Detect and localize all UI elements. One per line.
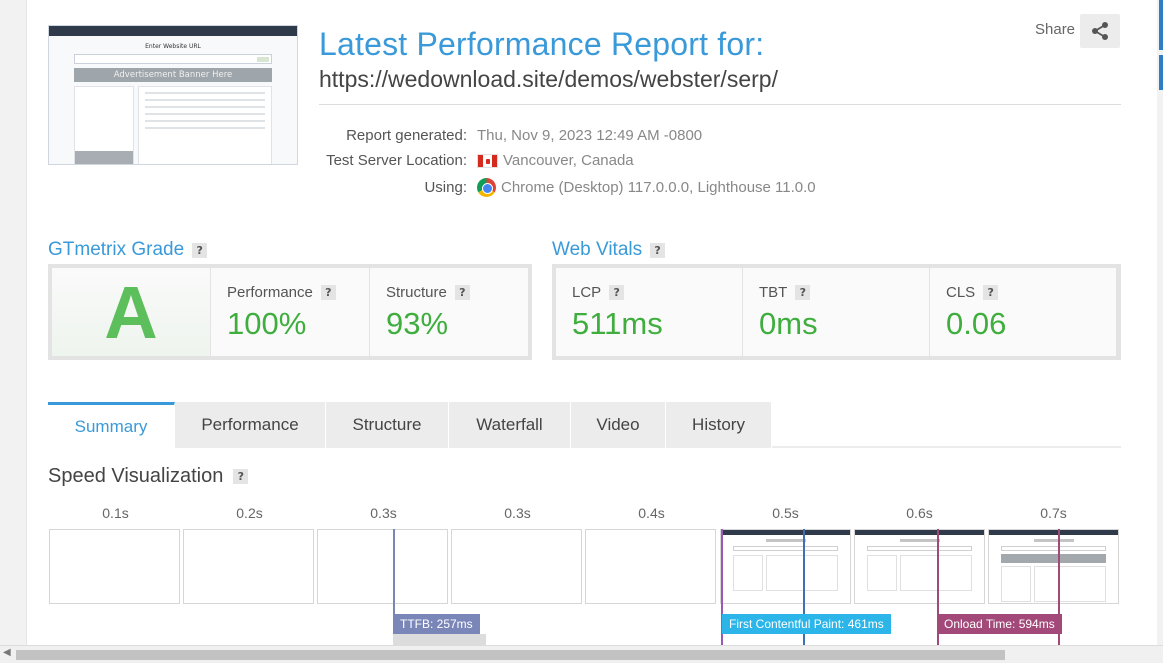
report-tabs: Summary Performance Structure Waterfall … bbox=[48, 402, 772, 448]
tab-video[interactable]: Video bbox=[571, 402, 666, 448]
cls-value: 0.06 bbox=[946, 306, 1007, 341]
speed-visualization-title: Speed Visualization bbox=[48, 465, 224, 487]
filmstrip-frame-rendered[interactable] bbox=[988, 529, 1119, 604]
performance-value: 100% bbox=[227, 306, 307, 341]
tbt-value: 0ms bbox=[759, 306, 818, 341]
frame-time-label: 0.1s bbox=[102, 505, 129, 521]
performance-label: Performance bbox=[227, 284, 313, 301]
right-scroll-track bbox=[1157, 0, 1163, 645]
frame-time-label: 0.7s bbox=[1040, 505, 1067, 521]
meta-label: Test Server Location: bbox=[326, 152, 467, 169]
help-icon[interactable]: ? bbox=[192, 242, 208, 258]
thumbnail-navbar bbox=[49, 26, 297, 36]
meta-value: Vancouver, Canada bbox=[503, 152, 634, 169]
page-left-edge bbox=[0, 0, 27, 645]
filmstrip-frame[interactable] bbox=[183, 529, 314, 604]
scroll-left-icon[interactable]: ◀ bbox=[3, 647, 11, 658]
gtmetrix-grade-panel: A Performance? 100% Structure? 93% bbox=[48, 264, 532, 360]
filmstrip-frame[interactable] bbox=[585, 529, 716, 604]
meta-label: Report generated: bbox=[346, 127, 467, 144]
filmstrip-frame[interactable] bbox=[317, 529, 448, 604]
fcp-marker: First Contentful Paint: 461ms bbox=[722, 614, 891, 634]
help-icon[interactable]: ? bbox=[233, 469, 249, 484]
thumbnail-content bbox=[138, 86, 272, 164]
tab-summary[interactable]: Summary bbox=[48, 402, 175, 448]
web-vitals-panel: LCP? 511ms TBT? 0ms CLS? 0.06 bbox=[552, 264, 1121, 360]
performance-score: Performance? 100% bbox=[211, 268, 369, 356]
meta-label: Using: bbox=[424, 179, 467, 196]
cls-metric: CLS? 0.06 bbox=[930, 268, 1116, 356]
report-url: https://wedownload.site/demos/webster/se… bbox=[319, 66, 778, 92]
frame-time-label: 0.6s bbox=[906, 505, 933, 521]
gtmetrix-grade-title: GTmetrix Grade bbox=[48, 239, 185, 260]
tab-history[interactable]: History bbox=[666, 402, 772, 448]
meta-value: Thu, Nov 9, 2023 12:49 AM -0800 bbox=[477, 127, 703, 144]
header-divider bbox=[319, 104, 1121, 105]
tab-structure[interactable]: Structure bbox=[326, 402, 449, 448]
right-edge-accent bbox=[1159, 0, 1163, 50]
tbt-metric: TBT? 0ms bbox=[743, 268, 929, 356]
canada-flag-icon bbox=[477, 153, 498, 168]
frame-time-label: 0.2s bbox=[236, 505, 263, 521]
frame-time-label: 0.5s bbox=[772, 505, 799, 521]
share-icon bbox=[1092, 22, 1108, 40]
structure-score: Structure? 93% bbox=[370, 268, 528, 356]
grade-letter: A bbox=[52, 268, 210, 356]
web-vitals-title: Web Vitals bbox=[552, 239, 643, 260]
thumbnail-banner: Advertisement Banner Here bbox=[74, 68, 272, 82]
horizontal-scrollbar[interactable]: ◀ bbox=[0, 645, 1163, 663]
thumbnail-url-input bbox=[74, 54, 272, 64]
filmstrip-frame[interactable] bbox=[49, 529, 180, 604]
tab-performance[interactable]: Performance bbox=[175, 402, 326, 448]
meta-using: Using: Chrome (Desktop) 117.0.0.0, Light… bbox=[307, 178, 816, 197]
thumbnail-sidebar bbox=[74, 86, 134, 164]
lcp-label: LCP bbox=[572, 284, 602, 301]
lcp-value: 511ms bbox=[572, 306, 663, 341]
share-button[interactable] bbox=[1080, 14, 1120, 48]
meta-report-generated: Report generated: Thu, Nov 9, 2023 12:49… bbox=[307, 127, 702, 144]
ttfb-marker: TTFB: 257ms bbox=[393, 614, 480, 634]
report-page: Enter Website URL Advertisement Banner H… bbox=[27, 0, 1157, 645]
thumbnail-body bbox=[74, 86, 272, 164]
help-icon[interactable]: ? bbox=[795, 285, 811, 300]
filmstrip-frame[interactable] bbox=[451, 529, 582, 604]
ttfb-line bbox=[393, 529, 395, 624]
help-icon[interactable]: ? bbox=[983, 285, 999, 300]
frame-time-label: 0.3s bbox=[504, 505, 531, 521]
right-edge-accent bbox=[1159, 55, 1163, 90]
lcp-metric: LCP? 511ms bbox=[556, 268, 742, 356]
thumbnail-title: Enter Website URL bbox=[145, 43, 201, 50]
speed-visualization-heading: Speed Visualization ? bbox=[48, 465, 249, 488]
page-screenshot-thumbnail[interactable]: Enter Website URL Advertisement Banner H… bbox=[48, 25, 298, 165]
meta-value: Chrome (Desktop) 117.0.0.0, Lighthouse 1… bbox=[501, 179, 816, 196]
cls-label: CLS bbox=[946, 284, 976, 301]
web-vitals-heading: Web Vitals ? bbox=[552, 239, 666, 261]
help-icon[interactable]: ? bbox=[320, 285, 336, 300]
meta-test-server-location: Test Server Location: Vancouver, Canada bbox=[307, 152, 634, 169]
share-label: Share bbox=[1035, 21, 1076, 38]
marker-stack-shadow bbox=[393, 634, 486, 645]
help-icon[interactable]: ? bbox=[609, 285, 625, 300]
help-icon[interactable]: ? bbox=[454, 285, 470, 300]
report-title: Latest Performance Report for: bbox=[319, 26, 765, 62]
horizontal-scrollbar-thumb[interactable] bbox=[16, 650, 1005, 660]
filmstrip-frame-rendered[interactable] bbox=[720, 529, 851, 604]
help-icon[interactable]: ? bbox=[650, 242, 666, 258]
structure-label: Structure bbox=[386, 284, 447, 301]
gtmetrix-grade-heading: GTmetrix Grade ? bbox=[48, 239, 208, 261]
tbt-label: TBT bbox=[759, 284, 788, 301]
frame-time-label: 0.4s bbox=[638, 505, 665, 521]
chrome-icon bbox=[477, 178, 496, 197]
tab-waterfall[interactable]: Waterfall bbox=[449, 402, 571, 448]
onload-marker: Onload Time: 594ms bbox=[937, 614, 1062, 634]
frame-time-label: 0.3s bbox=[370, 505, 397, 521]
structure-value: 93% bbox=[386, 306, 449, 341]
filmstrip-frame-rendered[interactable] bbox=[854, 529, 985, 604]
